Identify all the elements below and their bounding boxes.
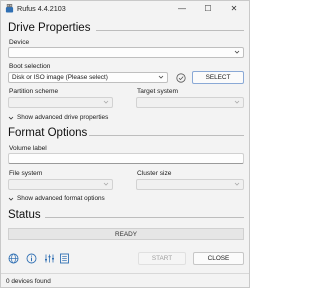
- cluster-size-dropdown[interactable]: [136, 179, 244, 190]
- device-dropdown[interactable]: [8, 47, 244, 58]
- boot-selection-dropdown[interactable]: Disk or ISO image (Please select): [8, 72, 168, 83]
- cluster-size-label: Cluster size: [137, 170, 172, 177]
- maximize-button[interactable]: ☐: [199, 2, 217, 15]
- device-count-text: 0 devices found: [6, 278, 51, 285]
- boot-selection-label: Boot selection: [9, 63, 51, 70]
- window-title: Rufus 4.4.2103: [17, 4, 66, 13]
- usb-drive-icon: [5, 4, 14, 13]
- close-window-button[interactable]: ✕: [225, 2, 243, 15]
- close-button[interactable]: CLOSE: [193, 252, 244, 265]
- status-heading: Status: [8, 209, 41, 221]
- file-system-label: File system: [9, 170, 43, 177]
- start-button[interactable]: START: [138, 252, 186, 265]
- section-divider: [89, 135, 244, 136]
- section-divider: [96, 30, 244, 31]
- status-bar: 0 devices found: [1, 273, 249, 287]
- minimize-button[interactable]: —: [173, 2, 191, 15]
- log-icon[interactable]: [59, 253, 70, 264]
- chevron-down-icon: [103, 100, 109, 104]
- target-system-label: Target system: [137, 88, 179, 95]
- advanced-drive-properties-toggle[interactable]: Show advanced drive properties: [8, 114, 108, 121]
- boot-selection-value: Disk or ISO image (Please select): [12, 74, 108, 81]
- settings-icon[interactable]: [44, 253, 55, 264]
- chevron-down-icon: [8, 116, 14, 120]
- globe-icon[interactable]: [8, 253, 19, 264]
- volume-label-input[interactable]: [8, 153, 244, 164]
- partition-scheme-dropdown[interactable]: [8, 97, 113, 108]
- drive-properties-heading: Drive Properties: [8, 22, 91, 34]
- target-system-dropdown[interactable]: [136, 97, 244, 108]
- chevron-down-icon: [158, 75, 164, 79]
- verify-checksum-icon[interactable]: [176, 73, 186, 83]
- chevron-down-icon: [234, 182, 240, 186]
- section-divider: [45, 217, 244, 218]
- volume-label-label: Volume label: [9, 145, 47, 152]
- title-bar: Rufus 4.4.2103 — ☐ ✕: [1, 1, 249, 17]
- partition-scheme-label: Partition scheme: [9, 88, 59, 95]
- device-label: Device: [9, 39, 30, 46]
- format-options-heading: Format Options: [8, 127, 88, 139]
- progress-text: READY: [114, 230, 138, 238]
- select-button[interactable]: SELECT: [192, 71, 244, 84]
- file-system-dropdown[interactable]: [8, 179, 113, 190]
- chevron-down-icon: [234, 100, 240, 104]
- chevron-down-icon: [234, 50, 240, 54]
- advanced-drive-properties-label: Show advanced drive properties: [17, 114, 109, 121]
- advanced-format-options-toggle[interactable]: Show advanced format options: [8, 195, 105, 202]
- chevron-down-icon: [8, 197, 14, 201]
- status-progress-bar: READY: [8, 228, 244, 240]
- chevron-down-icon: [103, 182, 109, 186]
- rufus-window: Rufus 4.4.2103 — ☐ ✕ Drive Properties De…: [0, 0, 250, 288]
- info-icon[interactable]: [26, 253, 37, 264]
- advanced-format-options-label: Show advanced format options: [17, 195, 105, 202]
